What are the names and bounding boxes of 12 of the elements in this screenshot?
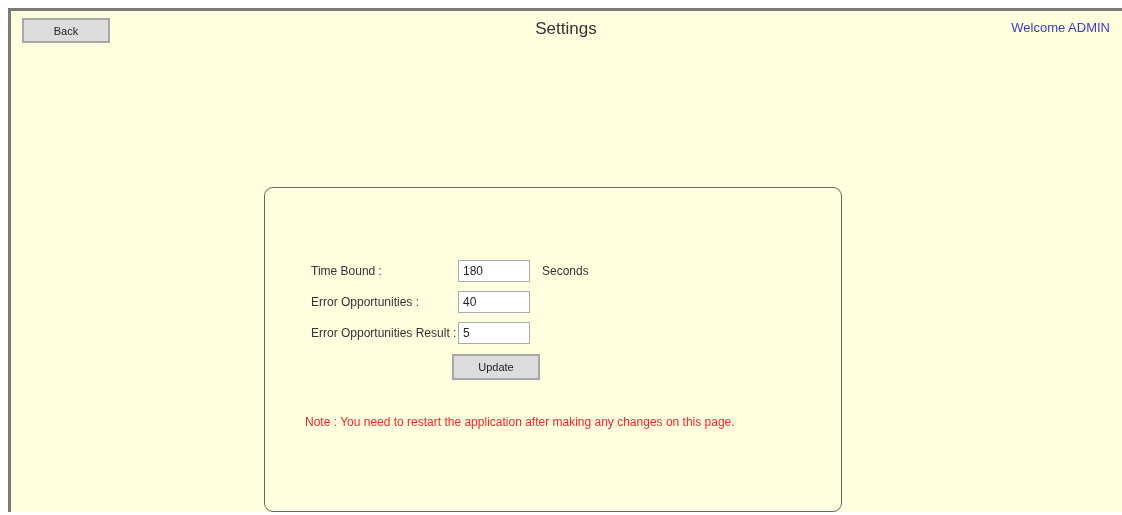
field-label: Error Opportunities : [311, 295, 421, 309]
unit-label: Seconds [542, 264, 590, 278]
field-label: Error Opportunities Result : [311, 326, 458, 340]
field-label: Time Bound : [311, 264, 383, 278]
note-text: Note : You need to restart the application after making any changes on this page. [305, 415, 736, 429]
input-field[interactable]: 40 [458, 291, 530, 313]
back-button[interactable]: Back [22, 18, 110, 43]
input-field[interactable]: 180 [458, 260, 530, 282]
welcome-text: Welcome ADMIN [1011, 19, 1110, 35]
page-title: Settings [535, 18, 597, 39]
update-button[interactable]: Update [452, 354, 540, 380]
input-field[interactable]: 5 [458, 322, 530, 344]
